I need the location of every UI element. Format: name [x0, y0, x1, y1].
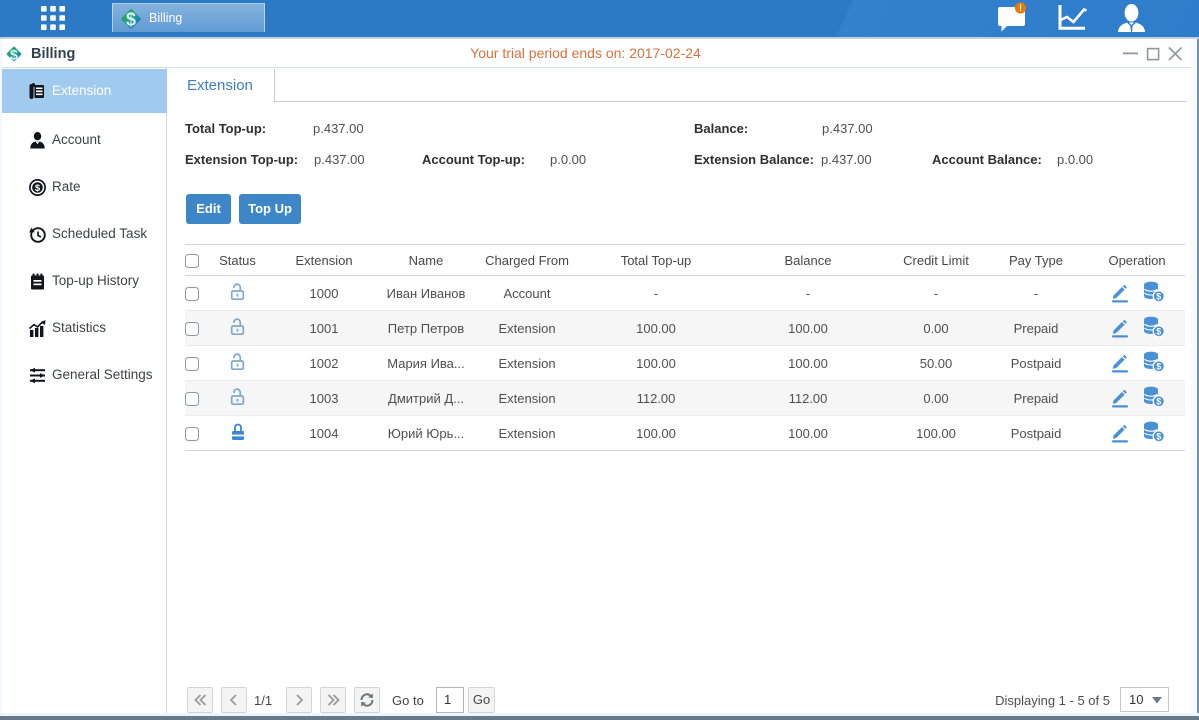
svg-text:$: $	[1156, 431, 1161, 441]
svg-text:$: $	[1156, 326, 1161, 336]
svg-text:$: $	[126, 10, 136, 30]
svg-text:$: $	[35, 183, 41, 194]
svg-text:$: $	[1156, 291, 1161, 301]
svg-text:!: !	[1019, 3, 1022, 13]
svg-text:$: $	[1156, 396, 1161, 406]
svg-text:$: $	[1156, 361, 1161, 371]
